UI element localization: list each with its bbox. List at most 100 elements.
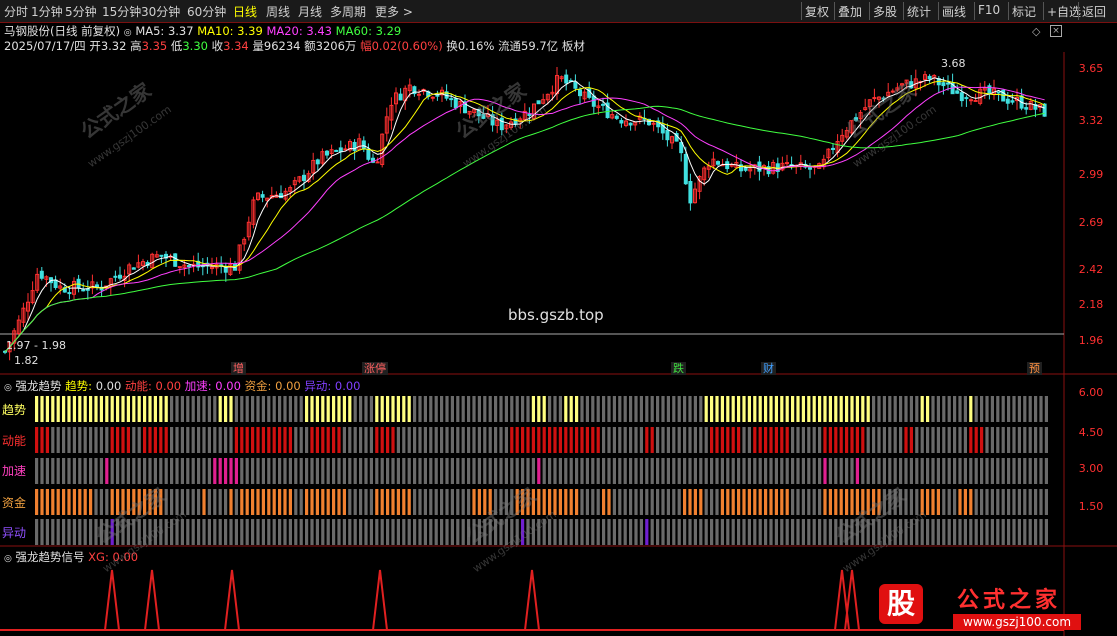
indicator-bar (251, 396, 255, 422)
price-tick: 2.69 (1078, 216, 1104, 229)
indicator-bar (213, 427, 217, 453)
indicator-bar (1023, 458, 1027, 484)
indicator-bar (348, 489, 352, 515)
indicator-bar (299, 458, 303, 484)
indicator-bar (283, 427, 287, 453)
indicator-bar (607, 396, 611, 422)
indicator-bar (143, 396, 147, 422)
event-tag[interactable]: 增 (231, 362, 246, 375)
indicator-bar (348, 458, 352, 484)
indicator-bar (596, 489, 600, 515)
indicator-bar (769, 458, 773, 484)
indicator-bar (953, 458, 957, 484)
indicator-bar (126, 396, 130, 422)
indicator-bar (40, 396, 44, 422)
indicator-bar (278, 427, 282, 453)
indicator-bar (359, 458, 363, 484)
indicator-bar (515, 396, 519, 422)
indicator-bar (639, 396, 643, 422)
indicator-tick: 4.50 (1078, 426, 1104, 439)
indicator-bar (801, 458, 805, 484)
indicator-bar (656, 519, 660, 545)
candle-body (743, 167, 748, 171)
candle-body (591, 95, 596, 107)
indicator-bar (807, 396, 811, 422)
candle-body (499, 117, 504, 131)
indicator-bar (731, 519, 735, 545)
indicator-bar (834, 458, 838, 484)
candle-body (831, 147, 835, 151)
indicator-bar (283, 396, 287, 422)
indicator-row-label: 加速 (2, 464, 27, 478)
collapse-icon[interactable]: ◎ (4, 383, 12, 393)
indicator-bar (294, 458, 298, 484)
indicator-bar (596, 396, 600, 422)
indicator-bar (548, 458, 552, 484)
price-tick: 3.65 (1078, 62, 1104, 75)
signal-spike (372, 569, 388, 631)
candle-body (1005, 98, 1010, 104)
indicator-bar (386, 458, 390, 484)
event-tag[interactable]: 财 (761, 362, 776, 375)
indicator-bar (688, 396, 692, 422)
indicator-bar (602, 519, 606, 545)
indicator-bar (234, 396, 238, 422)
indicator-bar (958, 427, 962, 453)
candle-body (417, 93, 421, 96)
indicator-bar (953, 489, 957, 515)
indicator-bar (1039, 489, 1043, 515)
indicator-bar (1001, 519, 1005, 545)
indicator-bar (245, 427, 249, 453)
indicator-bar (720, 427, 724, 453)
indicator-bar (359, 396, 363, 422)
range-annotation: 1.97 - 1.98 (6, 339, 66, 352)
indicator-bar (796, 458, 800, 484)
indicator-bar (915, 427, 919, 453)
indicator-bar (126, 427, 130, 453)
indicator-bar (899, 458, 903, 484)
indicator-bar (1028, 458, 1032, 484)
indicator-bar (202, 519, 206, 545)
indicator-bar (899, 396, 903, 422)
indicator-bar (35, 458, 39, 484)
indicator-bar (963, 489, 967, 515)
indicator-bar (369, 427, 373, 453)
indicator1-title[interactable]: 强龙趋势 (16, 379, 62, 393)
event-tag[interactable]: 跌 (671, 362, 686, 375)
indicator-bar (985, 519, 989, 545)
abnormal-value: 0.00 (334, 379, 361, 393)
indicator-bar (299, 519, 303, 545)
candle-body (260, 194, 265, 198)
candle-body (361, 140, 366, 150)
indicator-bar (56, 458, 60, 484)
candle-body (375, 161, 380, 164)
indicator-bar (197, 427, 201, 453)
indicator-bar (629, 489, 633, 515)
collapse-icon[interactable]: ◎ (4, 554, 12, 564)
capital-value: 0.00 (275, 379, 301, 393)
indicator-bar (677, 458, 681, 484)
event-tag[interactable]: 预 (1027, 362, 1042, 375)
indicator-bar (94, 458, 98, 484)
indicator-bar (450, 519, 454, 545)
indicator-bar (418, 396, 422, 422)
indicator-bar (72, 489, 76, 515)
indicator-bar (213, 519, 217, 545)
indicator-bar (159, 396, 163, 422)
indicator-bar (175, 427, 179, 453)
candle-body (352, 141, 357, 151)
indicator-bar (213, 458, 217, 484)
event-tag[interactable]: 涨停 (362, 362, 388, 375)
candle-body (177, 266, 182, 269)
indicator-bar (121, 458, 125, 484)
indicator-bar (305, 396, 309, 422)
indicator-bar (332, 427, 336, 453)
indicator-bar (645, 427, 649, 453)
indicator-bar (337, 396, 341, 422)
candle-body (946, 82, 950, 85)
indicator2-title[interactable]: 强龙趋势信号 (16, 550, 85, 564)
indicator-bar (483, 427, 487, 453)
indicator-bar (699, 396, 703, 422)
indicator-bar (1039, 427, 1043, 453)
indicator-bar (807, 458, 811, 484)
